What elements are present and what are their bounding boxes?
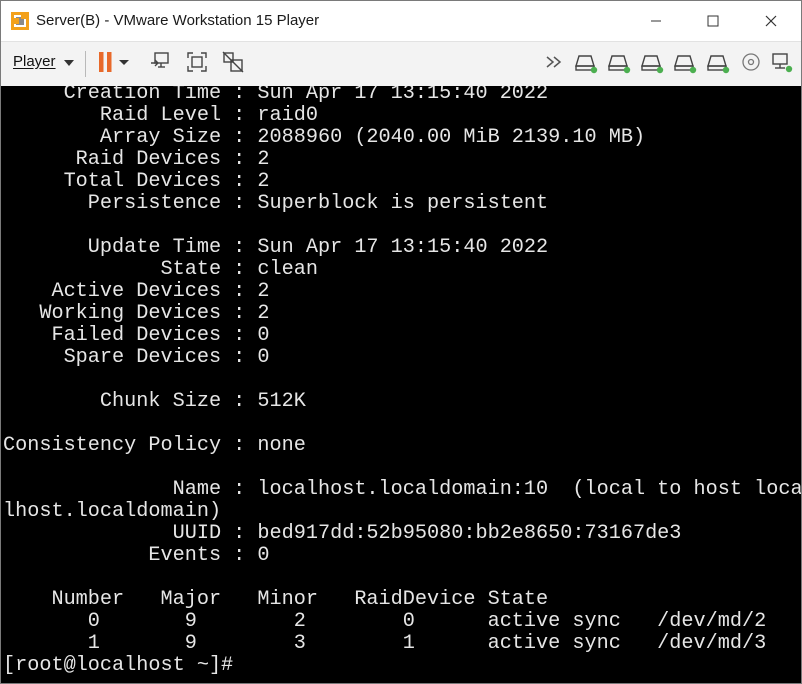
- unity-button[interactable]: [220, 51, 246, 77]
- console-line: 0 9 2 0 active sync /dev/md/2: [3, 610, 767, 633]
- console-line: lhost.localdomain): [3, 500, 222, 523]
- more-arrows-icon: [544, 51, 566, 78]
- console-line: Creation Time : Sun Apr 17 13:15:40 2022: [3, 86, 549, 105]
- hard-disk-button-1[interactable]: [573, 51, 599, 77]
- console-line: Persistence : Superblock is persistent: [3, 192, 549, 215]
- hard-disk-button-4[interactable]: [672, 51, 698, 77]
- console-line: Consistency Policy : none: [3, 434, 306, 457]
- vmware-icon: [11, 12, 29, 30]
- hard-disk-icon: [573, 50, 599, 79]
- hard-disk-icon: [705, 50, 731, 79]
- toolbar: Player: [1, 41, 801, 87]
- cd-dvd-icon: [740, 51, 762, 78]
- console-line: Spare Devices : 0: [3, 346, 270, 369]
- chevron-down-icon: [63, 59, 74, 66]
- maximize-button[interactable]: [690, 1, 736, 41]
- vm-console[interactable]: Creation Time : Sun Apr 17 13:15:40 2022…: [1, 86, 801, 683]
- console-line: Working Devices : 2: [3, 302, 270, 325]
- fit-guest-icon: [185, 50, 209, 79]
- hard-disk-icon: [639, 50, 665, 79]
- console-line: 1 9 3 1 active sync /dev/md/3: [3, 632, 767, 655]
- network-icon: [769, 50, 795, 79]
- player-menu-button[interactable]: Player: [13, 53, 74, 70]
- maximize-icon: [707, 15, 719, 27]
- console-line: Raid Level : raid0: [3, 104, 318, 127]
- more-devices-button[interactable]: [542, 51, 568, 77]
- close-icon: [765, 15, 777, 27]
- console-line: Active Devices : 2: [3, 280, 270, 303]
- send-ctrl-alt-del-icon: [148, 50, 172, 79]
- vmware-player-window: Server(B) - VMware Workstation 15 Player…: [0, 0, 802, 684]
- console-line: Total Devices : 2: [3, 170, 270, 193]
- console-line: Events : 0: [3, 544, 270, 567]
- send-ctrl-alt-del-button[interactable]: [147, 51, 173, 77]
- network-button[interactable]: [769, 51, 795, 77]
- minimize-icon: [650, 15, 662, 27]
- cd-dvd-button[interactable]: [738, 51, 764, 77]
- console-line: Number Major Minor RaidDevice State: [3, 588, 549, 611]
- title-bar[interactable]: Server(B) - VMware Workstation 15 Player: [1, 1, 801, 41]
- close-button[interactable]: [748, 1, 794, 41]
- pause-button[interactable]: [93, 51, 133, 77]
- pause-icon: [95, 50, 131, 79]
- unity-icon: [221, 50, 245, 79]
- console-line: Array Size : 2088960 (2040.00 MiB 2139.1…: [3, 126, 646, 149]
- console-line: State : clean: [3, 258, 318, 281]
- hard-disk-button-5[interactable]: [705, 51, 731, 77]
- console-output: Creation Time : Sun Apr 17 13:15:40 2022…: [3, 86, 801, 677]
- hard-disk-button-2[interactable]: [606, 51, 632, 77]
- console-line: Name : localhost.localdomain:10 (local t…: [3, 478, 801, 501]
- console-line: [root@localhost ~]#: [3, 654, 234, 677]
- console-line: UUID : bed917dd:52b95080:bb2e8650:73167d…: [3, 522, 682, 545]
- minimize-button[interactable]: [633, 1, 679, 41]
- console-line: Update Time : Sun Apr 17 13:15:40 2022: [3, 236, 549, 259]
- hard-disk-button-3[interactable]: [639, 51, 665, 77]
- console-line: Chunk Size : 512K: [3, 390, 306, 413]
- window-title: Server(B) - VMware Workstation 15 Player: [36, 12, 320, 29]
- hard-disk-icon: [672, 50, 698, 79]
- toolbar-divider: [85, 51, 86, 77]
- player-menu-label: Player: [13, 53, 56, 70]
- fit-guest-button[interactable]: [184, 51, 210, 77]
- console-line: Raid Devices : 2: [3, 148, 270, 171]
- console-line: Failed Devices : 0: [3, 324, 270, 347]
- hard-disk-icon: [606, 50, 632, 79]
